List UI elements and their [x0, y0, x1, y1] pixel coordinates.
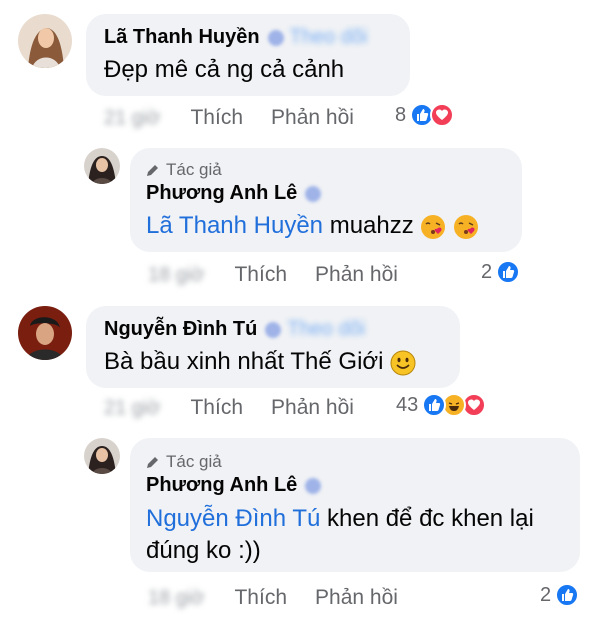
follow-link[interactable]: Theo dõi [287, 318, 365, 341]
commenter-name[interactable]: Lã Thanh Huyền [104, 26, 260, 49]
pencil-icon [147, 165, 158, 176]
mention-link[interactable]: Lã Thanh Huyền [146, 212, 323, 239]
avatar-photo [18, 306, 72, 360]
comment-time[interactable]: 21 giờ [104, 397, 160, 420]
comment-time[interactable]: 18 giờ [148, 587, 204, 610]
reaction-count: 2 [481, 260, 493, 283]
reply-button[interactable]: Phản hồi [271, 106, 354, 130]
reaction-summary[interactable]: 2 [540, 583, 580, 607]
reply-button[interactable]: Phản hồi [271, 396, 354, 420]
comment-time[interactable]: 21 giờ [104, 107, 160, 130]
commenter-name[interactable]: Phương Anh Lê [146, 182, 297, 205]
verified-badge-icon [267, 29, 284, 46]
like-reaction-icon [422, 393, 447, 417]
verified-badge-icon [265, 321, 282, 338]
comment-text-body: đúng ko :)) [146, 537, 261, 564]
reaction-summary[interactable]: 2 [481, 260, 521, 284]
smile-emoji-icon [390, 350, 416, 376]
author-badge: Tác giả [166, 160, 222, 179]
verified-badge-icon [305, 477, 322, 494]
author-badge: Tác giả [166, 452, 222, 471]
like-button[interactable]: Thích [234, 586, 287, 610]
like-reaction-icon [555, 583, 580, 607]
like-button[interactable]: Thích [234, 263, 287, 287]
reply-button[interactable]: Phản hồi [315, 263, 398, 287]
reaction-count: 2 [540, 583, 552, 606]
comment-text-body: Bà bầu xinh nhất Thế Giới [104, 348, 384, 375]
avatar-photo [18, 14, 72, 68]
commenter-name[interactable]: Phương Anh Lê [146, 474, 297, 497]
comment-text: Đẹp mê cả ng cả cảnh [104, 54, 344, 86]
avatar-photo [84, 438, 120, 474]
comment-text-body: muahzz [329, 212, 414, 239]
verified-badge-icon [305, 185, 322, 202]
comment-text-line-2: đúng ko :)) [146, 535, 261, 567]
avatar[interactable] [18, 306, 72, 360]
love-reaction-icon [430, 103, 455, 127]
pencil-icon [147, 457, 158, 468]
avatar[interactable] [84, 148, 120, 184]
reaction-count: 43 [396, 393, 419, 416]
comment-text-body: Đẹp mê cả ng cả cảnh [104, 56, 345, 83]
like-button[interactable]: Thích [190, 396, 243, 420]
commenter-name[interactable]: Nguyễn Đình Tú [104, 318, 257, 341]
comment-text-body: khen để đc khen lại [327, 505, 534, 532]
reaction-summary[interactable]: 8 [395, 103, 455, 127]
kiss-emoji-icon [421, 214, 446, 239]
avatar-photo [84, 148, 120, 184]
like-reaction-icon [496, 260, 521, 284]
comment-text: Lã Thanh Huyền muahzz [146, 210, 479, 242]
avatar[interactable] [84, 438, 120, 474]
comment-text: Bà bầu xinh nhất Thế Giới [104, 346, 416, 378]
reaction-summary[interactable]: 43 [396, 393, 487, 417]
like-button[interactable]: Thích [190, 106, 243, 130]
mention-link[interactable]: Nguyễn Đình Tú [146, 505, 320, 532]
reaction-count: 8 [395, 103, 407, 126]
comment-time[interactable]: 18 giờ [148, 264, 204, 287]
comment-text: Nguyễn Đình Tú khen để đc khen lại [146, 503, 534, 535]
avatar[interactable] [18, 14, 72, 68]
reply-button[interactable]: Phản hồi [315, 586, 398, 610]
follow-link[interactable]: Theo dõi [290, 26, 368, 49]
kiss-emoji-icon [454, 214, 479, 239]
